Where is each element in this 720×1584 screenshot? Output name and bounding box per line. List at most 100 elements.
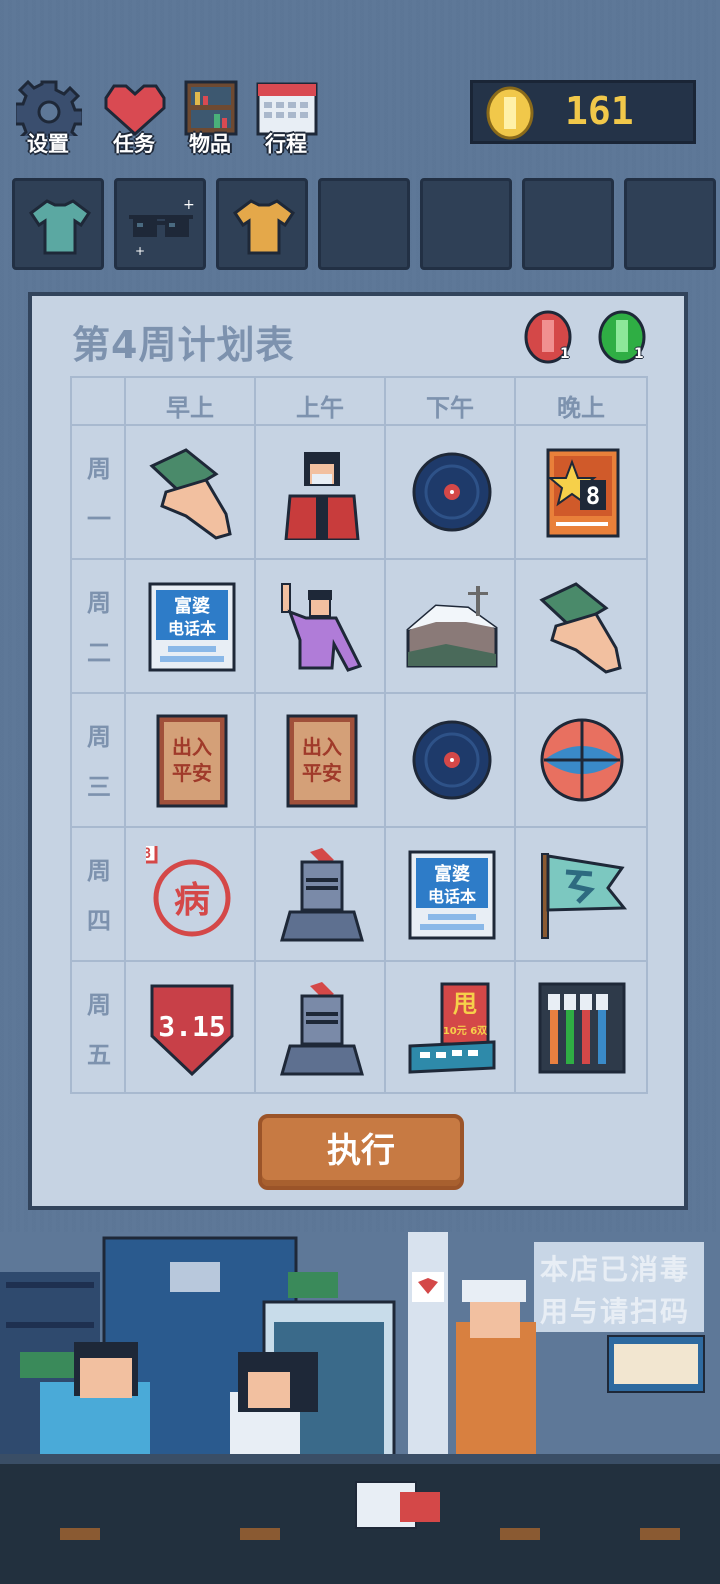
toothbrush-box-icon [538,982,626,1074]
row-header-monday: 周 一 [70,424,126,560]
disinfected-sign-line1: 本店已消毒 [540,1253,691,1286]
inventory-slot-3[interactable] [216,178,308,270]
flag-icon [541,853,628,939]
coin-counter: 161 [470,80,696,144]
row-header-char: 周 [87,991,111,1019]
column-header-cell: 上午 [254,376,386,426]
inventory-slot-1[interactable] [12,178,104,270]
slot-wed-evening[interactable] [514,692,648,828]
red-robot-icon [284,452,360,540]
slot-wed-afternoon[interactable] [384,692,516,828]
slot-mon-afternoon[interactable] [384,424,516,560]
green-token: 1 [596,308,652,366]
amulet-text-top: 出入 [302,735,342,759]
corner-cell [70,376,126,426]
amulet-icon: 出入 平安 [156,714,228,808]
row-header-char: 周 [87,723,111,751]
star-card-icon: 8 [546,448,620,538]
red-token: 1 [522,308,578,366]
row-header-char: 四 [87,907,111,935]
slot-tue-evening[interactable] [514,558,648,694]
planner-title: 第4周计划表 [72,323,295,367]
sick-stamp-text: 病 [174,880,210,921]
shop-sign-sub: 10元 6双 [443,1025,487,1037]
yellow-tshirt-icon [232,199,296,255]
restaurant-scene: 本店已消毒 用与请扫码 [0,1232,720,1584]
weekly-planner: 第4周计划表 1 1 早上 上午 下午 晚上 周 一 8 周 二 富婆 电话本 … [28,292,688,1210]
row-header-char: 三 [87,773,111,801]
snowy-house-icon [406,586,498,668]
amulet-text-bottom: 平安 [302,761,342,785]
slot-wed-morning[interactable]: 出入 平安 [124,692,256,828]
row-header-char: 周 [87,455,111,483]
disinfected-sign-line2: 用与请扫码 [540,1295,691,1328]
phonebook-icon: 富婆 电话本 [408,850,496,940]
coin-icon [486,86,534,140]
phonebook-title: 富婆 [174,595,210,617]
schedule-label: 行程 [265,132,307,156]
vinyl-record-icon [412,720,492,800]
basketball-icon [540,718,624,802]
row-header-char: 一 [87,505,111,533]
shield-text: 3.15 [158,1010,225,1043]
shield-315-icon: 3.15 [150,984,234,1076]
phonebook-subtitle: 电话本 [168,619,216,638]
teal-tshirt-icon [28,199,92,255]
sick-stamp-icon: 8 病 [146,846,231,937]
column-header-forenoon: 上午 [296,394,344,422]
slot-thu-evening[interactable] [514,826,648,962]
column-header-cell: 下午 [384,376,516,426]
inventory-slot-6[interactable] [522,178,614,270]
green-token-count: 1 [634,346,644,362]
items-label: 物品 [189,132,231,156]
row-header-char: 周 [87,857,111,885]
inventory-slot-5[interactable] [420,178,512,270]
settings-button[interactable]: 设置 [10,80,86,160]
coin-value: 161 [565,89,634,133]
tasks-label: 任务 [113,132,155,156]
slot-tue-forenoon[interactable] [254,558,386,694]
svg-text:+: + [135,244,145,258]
inventory-slot-7[interactable] [624,178,716,270]
amulet-icon: 出入 平安 [286,714,358,808]
slot-wed-forenoon[interactable]: 出入 平安 [254,692,386,828]
slot-mon-evening[interactable]: 8 [514,424,648,560]
hand-card-icon [539,582,622,674]
slot-fri-afternoon[interactable]: 甩 10元 6双 [384,960,516,1094]
settings-label: 设置 [27,132,69,156]
slot-fri-evening[interactable] [514,960,648,1094]
slot-tue-morning[interactable]: 富婆 电话本 [124,558,256,694]
slot-thu-afternoon[interactable]: 富婆 电话本 [384,826,516,962]
knight-helmet-icon [280,848,364,942]
vinyl-record-icon [412,452,492,532]
slot-fri-morning[interactable]: 3.15 [124,960,256,1094]
inventory-slot-2[interactable]: + + [114,178,206,270]
column-header-cell: 晚上 [514,376,648,426]
column-header-afternoon: 下午 [426,394,474,422]
row-header-friday: 周 五 [70,960,126,1094]
schedule-button[interactable]: 行程 [248,80,324,160]
slot-thu-forenoon[interactable] [254,826,386,962]
execute-button[interactable]: 执行 [258,1114,464,1190]
tasks-button[interactable]: 任务 [96,80,172,160]
slot-fri-forenoon[interactable] [254,960,386,1094]
phonebook-title: 富婆 [434,863,470,885]
svg-text:+: + [183,197,195,213]
items-button[interactable]: 物品 [172,80,248,160]
red-token-count: 1 [560,346,570,362]
row-header-char: 周 [87,589,111,617]
row-header-thursday: 周 四 [70,826,126,962]
row-header-char: 二 [87,639,111,667]
sunglasses-icon: + + [129,197,195,258]
waving-person-icon [281,583,363,672]
knight-helmet-icon [280,982,364,1076]
amulet-text-top: 出入 [172,735,212,759]
inventory-slot-4[interactable] [318,178,410,270]
row-header-char: 五 [87,1041,111,1069]
phonebook-subtitle: 电话本 [428,887,476,906]
slot-mon-forenoon[interactable] [254,424,386,560]
shop-sign-icon: 甩 10元 6双 [408,982,496,1074]
slot-tue-afternoon[interactable] [384,558,516,694]
slot-mon-morning[interactable] [124,424,256,560]
slot-thu-morning[interactable]: 8 病 [124,826,256,962]
